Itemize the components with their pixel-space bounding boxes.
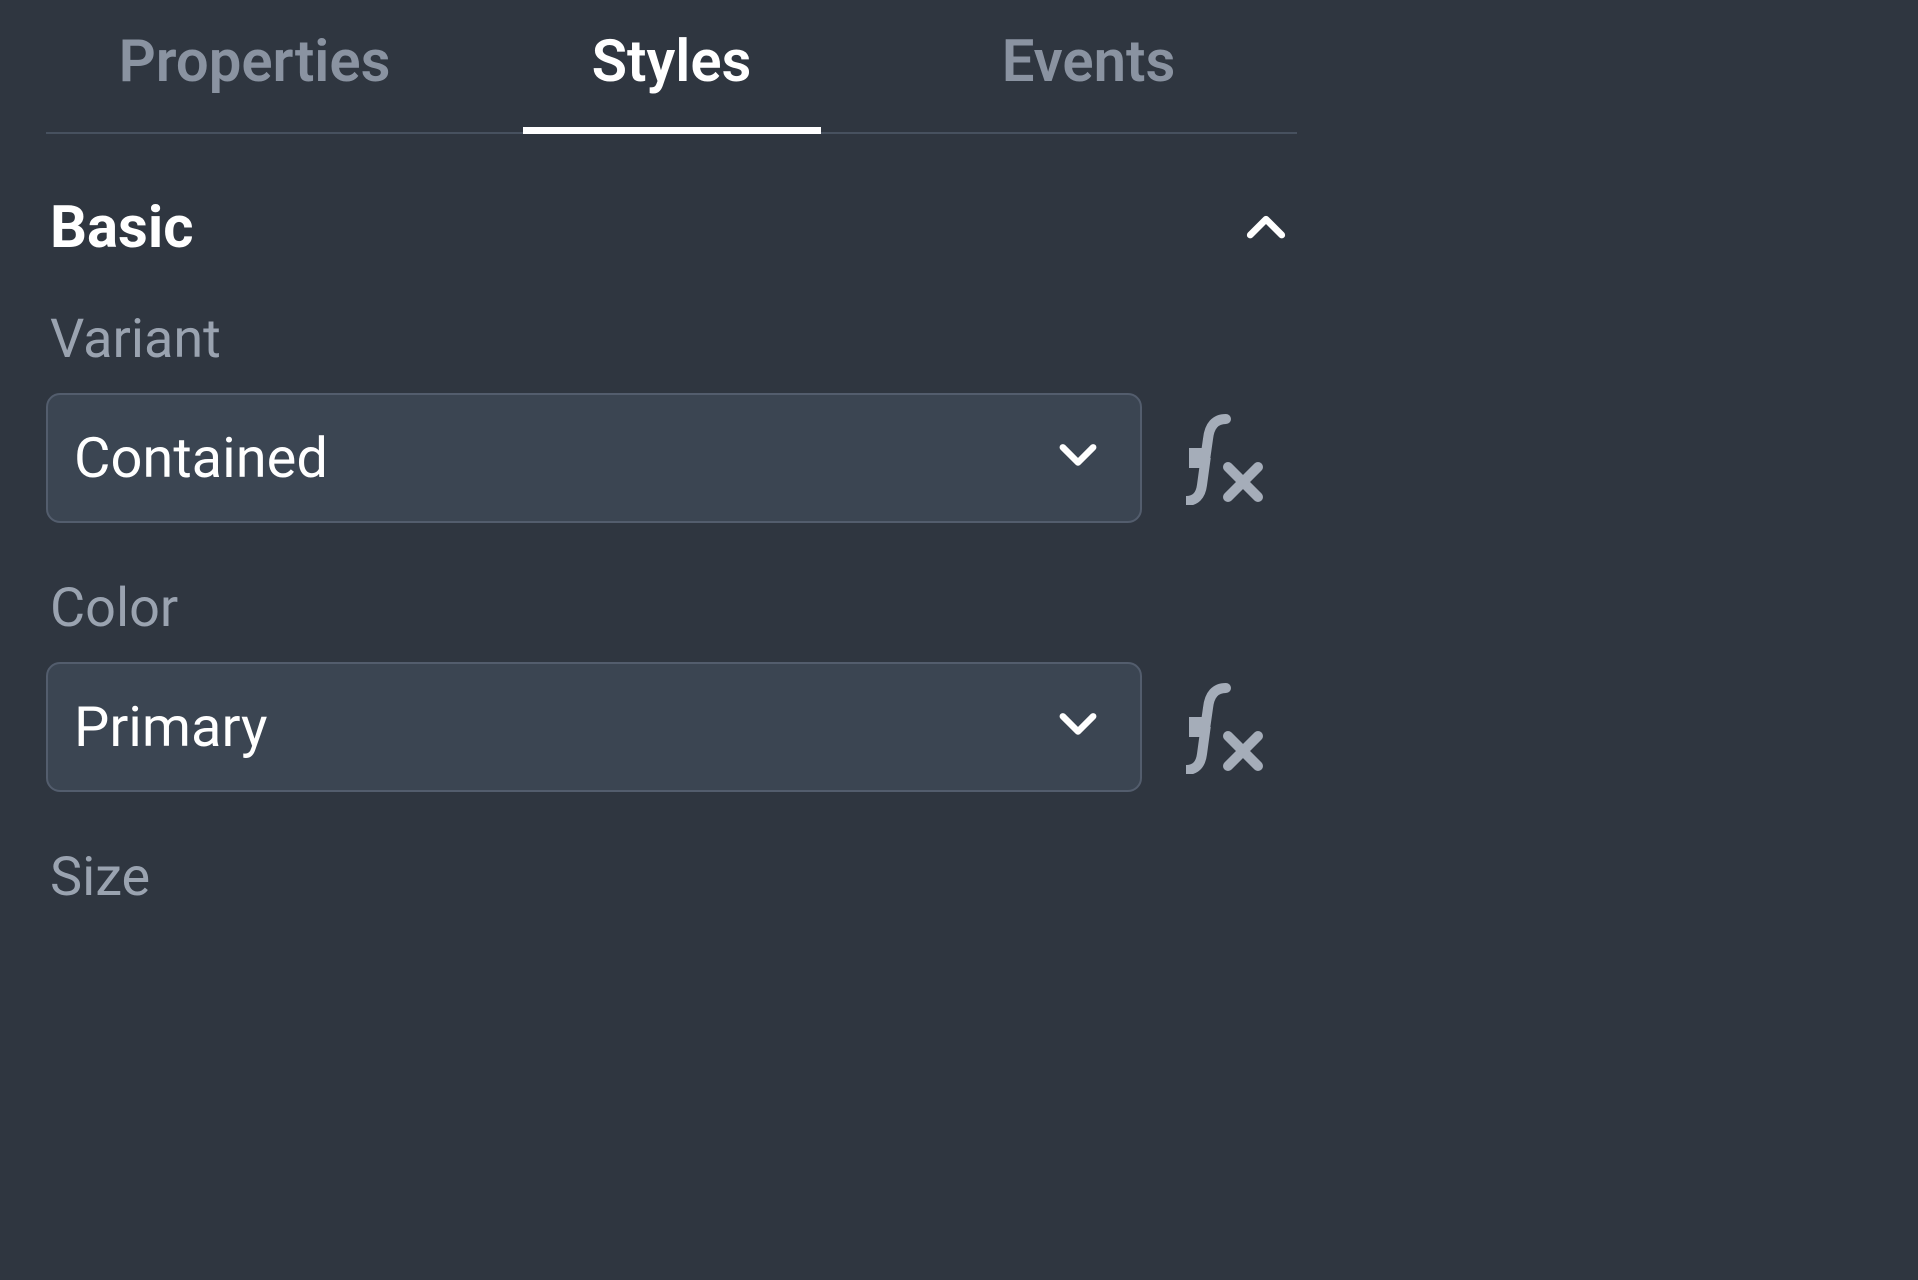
size-label: Size	[46, 846, 1297, 909]
chevron-up-icon	[1239, 199, 1293, 257]
fx-icon	[1186, 411, 1264, 505]
color-fx-button[interactable]	[1186, 680, 1284, 774]
section-header-basic[interactable]: Basic	[46, 194, 1297, 262]
variant-fx-button[interactable]	[1186, 411, 1284, 505]
tab-properties[interactable]: Properties	[46, 0, 463, 132]
color-value: Primary	[74, 694, 267, 760]
color-row: Primary	[46, 662, 1297, 792]
tabs-container: Properties Styles Events	[46, 0, 1297, 134]
variant-label: Variant	[46, 308, 1297, 371]
chevron-down-icon	[1052, 699, 1104, 755]
field-variant: Variant Contained	[46, 308, 1297, 523]
variant-row: Contained	[46, 393, 1297, 523]
tab-styles[interactable]: Styles	[463, 0, 880, 132]
section-title: Basic	[50, 194, 193, 262]
variant-select[interactable]: Contained	[46, 393, 1142, 523]
styles-panel: Properties Styles Events Basic Variant C…	[0, 0, 1343, 896]
tab-events[interactable]: Events	[880, 0, 1297, 132]
fx-icon	[1186, 680, 1264, 774]
variant-value: Contained	[74, 425, 328, 491]
color-select[interactable]: Primary	[46, 662, 1142, 792]
chevron-down-icon	[1052, 430, 1104, 486]
field-color: Color Primary	[46, 577, 1297, 792]
color-label: Color	[46, 577, 1297, 640]
